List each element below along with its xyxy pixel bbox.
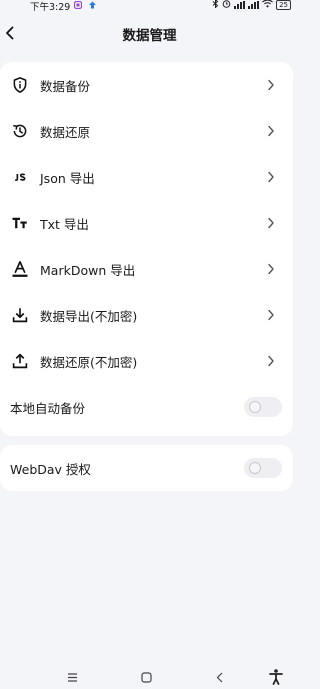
chevron-right-icon bbox=[268, 79, 274, 91]
battery-icon: 25 bbox=[276, 0, 291, 10]
chevron-right-icon bbox=[268, 355, 274, 367]
js-icon bbox=[10, 167, 30, 187]
auto-backup-row: 本地自动备份 bbox=[0, 384, 293, 430]
menu-item-txt-export[interactable]: Txt 导出 bbox=[0, 200, 293, 246]
status-bar: 下午3:29 25 bbox=[0, 0, 299, 13]
menu-item-label: MarkDown 导出 bbox=[40, 262, 136, 278]
menu-item-label: 数据导出(不加密) bbox=[40, 308, 138, 324]
webdav-toggle[interactable] bbox=[244, 458, 282, 478]
menu-item-label: 数据还原(不加密) bbox=[40, 354, 138, 370]
bluetooth-icon bbox=[212, 0, 219, 11]
wifi-icon bbox=[262, 0, 273, 11]
chevron-right-icon bbox=[268, 125, 274, 137]
toggle-knob bbox=[249, 401, 261, 413]
download-icon bbox=[10, 305, 30, 325]
auto-backup-toggle[interactable] bbox=[244, 397, 282, 417]
menu-item-export-unencrypted[interactable]: 数据导出(不加密) bbox=[0, 292, 293, 338]
status-time: 下午3:29 bbox=[30, 2, 71, 13]
webdav-row: WebDav 授权 bbox=[0, 445, 293, 491]
signal-icon-2 bbox=[248, 1, 260, 9]
home-square-icon[interactable] bbox=[138, 669, 154, 685]
app-notification-icon bbox=[73, 0, 83, 10]
status-icons: 25 bbox=[212, 0, 291, 11]
menu-item-restore-unencrypted[interactable]: 数据还原(不加密) bbox=[0, 338, 293, 384]
app-header: 数据管理 bbox=[0, 18, 299, 48]
menu-item-label: Json 导出 bbox=[40, 170, 95, 186]
signal-icon-1 bbox=[234, 1, 246, 9]
menu-item-backup[interactable]: 数据备份 bbox=[0, 62, 293, 108]
cloud-notification-icon bbox=[88, 1, 96, 9]
upload-icon bbox=[10, 351, 30, 371]
toggle-knob bbox=[249, 462, 261, 474]
back-icon[interactable] bbox=[212, 669, 228, 685]
accessibility-icon[interactable] bbox=[268, 669, 284, 685]
auto-backup-label: 本地自动备份 bbox=[10, 400, 86, 416]
shield-info-icon bbox=[10, 75, 30, 95]
format-color-text-icon bbox=[10, 259, 30, 279]
webdav-label: WebDav 授权 bbox=[10, 461, 91, 477]
data-management-card: 数据备份 数据还原 Json 导出 Txt 导出 MarkDown 导出 数据导… bbox=[0, 62, 293, 436]
menu-item-label: 数据还原 bbox=[40, 124, 91, 140]
menu-item-markdown-export[interactable]: MarkDown 导出 bbox=[0, 246, 293, 292]
menu-icon[interactable] bbox=[64, 669, 80, 685]
webdav-card: WebDav 授权 bbox=[0, 445, 293, 491]
chevron-right-icon bbox=[268, 263, 274, 275]
text-format-icon bbox=[10, 213, 30, 233]
menu-item-label: Txt 导出 bbox=[40, 216, 89, 232]
chevron-right-icon bbox=[268, 309, 274, 321]
alarm-icon bbox=[222, 0, 231, 11]
system-nav-bar bbox=[0, 665, 299, 689]
menu-item-restore[interactable]: 数据还原 bbox=[0, 108, 293, 154]
menu-item-label: 数据备份 bbox=[40, 78, 91, 94]
chevron-right-icon bbox=[268, 171, 274, 183]
menu-item-json-export[interactable]: Json 导出 bbox=[0, 154, 293, 200]
chevron-right-icon bbox=[268, 217, 274, 229]
history-restore-icon bbox=[10, 121, 30, 141]
page-title: 数据管理 bbox=[122, 28, 177, 44]
